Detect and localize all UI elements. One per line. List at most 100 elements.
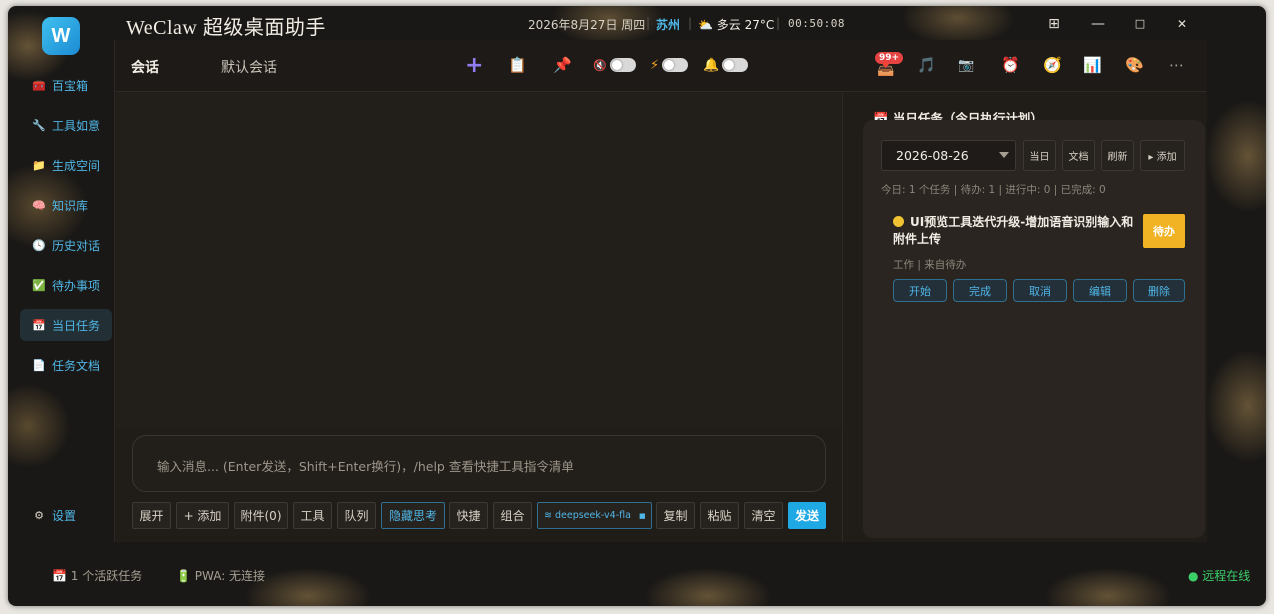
sidebar: 🧰 百宝箱 🔧 工具如意 📁 生成空间 🧠 知识库 🕓 历史对话 ✅ 待办事项 📅 当日任务 … — [16, 66, 112, 546]
delete-button[interactable]: 删除 — [1133, 279, 1185, 302]
sidebar-item-task-docs[interactable]: 📄 任务文档 — [20, 349, 112, 381]
tools-button[interactable]: 工具 — [293, 502, 332, 529]
quick-button[interactable]: 快捷 — [449, 502, 488, 529]
camera-icon[interactable]: 📷 — [958, 53, 974, 77]
sidebar-item-daily-tasks[interactable]: 📅 当日任务 — [20, 309, 112, 341]
minimize-button[interactable]: — — [1088, 14, 1108, 34]
lightning-icon: ⚡ — [650, 57, 660, 73]
new-session-icon[interactable]: + — [465, 53, 483, 78]
coin-icon — [893, 216, 904, 227]
task-stats: 今日: 1 个任务 | 待办: 1 | 进行中: 0 | 已完成: 0 — [881, 184, 1106, 196]
pwa-status: 🔋 PWA: 无连接 — [176, 569, 266, 583]
add-button[interactable]: + 添加 — [176, 502, 229, 529]
palette-icon[interactable]: 🎨 — [1125, 53, 1144, 77]
status-badge: 待办 — [1143, 214, 1185, 248]
toolbox-icon: 🧰 — [32, 78, 46, 92]
sidebar-item-label: 历史对话 — [52, 238, 101, 253]
expand-button[interactable]: 展开 — [132, 502, 171, 529]
task-title-text: UI预览工具迭代升级-增加语音识别输入和附件上传 — [893, 215, 1134, 246]
notification-toggle[interactable]: 🔔 — [703, 53, 749, 77]
message-input[interactable]: 输入消息... (Enter发送，Shift+Enter换行)，/help 查看… — [132, 435, 826, 492]
brain-icon: 🧠 — [32, 198, 46, 212]
model-select[interactable]: ≋ deepseek-v4-fla ■ — [537, 502, 652, 529]
send-button[interactable]: 发送 — [788, 502, 826, 529]
active-tasks-status[interactable]: 📅 1 个活跃任务 — [52, 567, 142, 584]
sidebar-item-label: 知识库 — [52, 198, 89, 213]
inbox-icon[interactable]: 📥 — [877, 57, 894, 81]
titlebar-clock: 00:50:08 — [788, 17, 845, 30]
clock-icon: 🕓 — [32, 238, 46, 252]
sidebar-item-knowledge[interactable]: 🧠 知识库 — [20, 189, 112, 221]
divider: | — [646, 16, 651, 30]
sidebar-item-label: 设置 — [52, 508, 77, 523]
chart-icon[interactable]: 📊 — [1083, 53, 1102, 77]
divider: | — [688, 16, 693, 30]
clear-button[interactable]: 清空 — [744, 502, 783, 529]
today-button[interactable]: 当日 — [1023, 140, 1056, 171]
title-bar: W WeClaw 超级桌面助手 2026年8月27日 周四 | 苏州 | ⛅ 多… — [8, 6, 1266, 55]
sidebar-item-settings[interactable]: ⚙ 设置 — [20, 499, 112, 531]
sidebar-item-todo[interactable]: ✅ 待办事项 — [20, 269, 112, 301]
tab-default-session[interactable]: 默认会话 — [221, 57, 277, 77]
model-name: deepseek-v4-fla — [554, 510, 631, 521]
titlebar-date: 2026年8月27日 周四 — [528, 18, 646, 32]
hide-thinking-button[interactable]: 隐藏思考 — [381, 502, 445, 529]
document-icon: 📄 — [32, 358, 46, 372]
pin-icon[interactable]: 📌 — [553, 53, 572, 77]
sidebar-item-label: 百宝箱 — [52, 78, 89, 93]
paste-button[interactable]: 粘贴 — [700, 502, 739, 529]
remote-online-status: ● 远程在线 — [1188, 569, 1251, 583]
alarm-icon[interactable]: ⏰ — [1001, 53, 1020, 77]
toggle-switch[interactable] — [609, 58, 636, 72]
tab-chat[interactable]: 会话 — [131, 57, 159, 77]
sidebar-item-label: 任务文档 — [52, 358, 101, 373]
maximize-button[interactable]: □ — [1130, 14, 1150, 34]
add-task-button[interactable]: ▸ 添加 — [1140, 140, 1185, 171]
folder-icon: 📁 — [32, 158, 46, 172]
status-bar: 📅 1 个活跃任务 🔋 PWA: 无连接 ● 远程在线 — [8, 542, 1266, 606]
dropdown-indicator-icon: ■ — [638, 511, 646, 520]
daily-tasks-panel: 📅 当日任务（今日执行计划） 2026-08-26 当日 文档 刷新 ▸ 添加 … — [842, 93, 1207, 542]
copy-button[interactable]: 复制 — [656, 502, 695, 529]
divider: | — [776, 16, 781, 30]
date-value: 2026-08-26 — [896, 148, 969, 163]
sidebar-item-history[interactable]: 🕓 历史对话 — [20, 229, 112, 261]
compass-icon[interactable]: 🧭 — [1043, 53, 1062, 77]
app-logo: W — [42, 17, 80, 55]
attachment-button[interactable]: 附件(0) — [234, 502, 288, 529]
queue-button[interactable]: 队列 — [337, 502, 376, 529]
mute-toggle[interactable]: 🔇 — [593, 53, 636, 77]
edit-button[interactable]: 编辑 — [1073, 279, 1127, 302]
start-button[interactable]: 开始 — [893, 279, 947, 302]
session-header: 会话 默认会话 + 📋 📌 🔇 ⚡ 🔔 99+ 📥 🎵 📷 ⏰ 🧭 📊 🎨 ⋯ — [115, 40, 1207, 92]
refresh-button[interactable]: 刷新 — [1101, 140, 1134, 171]
sidebar-item-generate[interactable]: 📁 生成空间 — [20, 149, 112, 181]
mute-icon: 🔇 — [593, 58, 607, 72]
main-area: 会话 默认会话 + 📋 📌 🔇 ⚡ 🔔 99+ 📥 🎵 📷 ⏰ 🧭 📊 🎨 ⋯ … — [114, 40, 1207, 542]
app-window: W WeClaw 超级桌面助手 2026年8月27日 周四 | 苏州 | ⛅ 多… — [8, 6, 1266, 606]
chat-message-area — [115, 93, 841, 428]
clipboard-icon[interactable]: 📋 — [508, 53, 527, 77]
task-meta: 工作 | 来自待办 — [893, 259, 967, 271]
docs-button[interactable]: 文档 — [1062, 140, 1095, 171]
chevron-down-icon — [999, 152, 1009, 158]
close-button[interactable]: ✕ — [1172, 14, 1192, 34]
wrench-icon: 🔧 — [32, 118, 46, 132]
sidebar-item-label: 待办事项 — [52, 278, 101, 293]
titlebar-weather: ⛅ 多云 27°C — [698, 18, 775, 32]
date-select[interactable]: 2026-08-26 — [881, 140, 1016, 171]
complete-button[interactable]: 完成 — [953, 279, 1007, 302]
gear-icon: ⚙ — [34, 508, 44, 522]
sidebar-item-label: 生成空间 — [52, 158, 101, 173]
layout-icon[interactable]: ⊞ — [1044, 14, 1064, 34]
toggle-switch[interactable] — [722, 58, 749, 72]
music-icon[interactable]: 🎵 — [917, 53, 936, 77]
sidebar-item-toolbox[interactable]: 🧰 百宝箱 — [20, 69, 112, 101]
sidebar-item-tools[interactable]: 🔧 工具如意 — [20, 109, 112, 141]
more-icon[interactable]: ⋯ — [1169, 53, 1184, 77]
titlebar-city[interactable]: 苏州 — [656, 16, 680, 33]
cancel-button[interactable]: 取消 — [1013, 279, 1067, 302]
toggle-switch[interactable] — [662, 58, 689, 72]
combo-button[interactable]: 组合 — [493, 502, 532, 529]
power-toggle[interactable]: ⚡ — [650, 53, 689, 77]
